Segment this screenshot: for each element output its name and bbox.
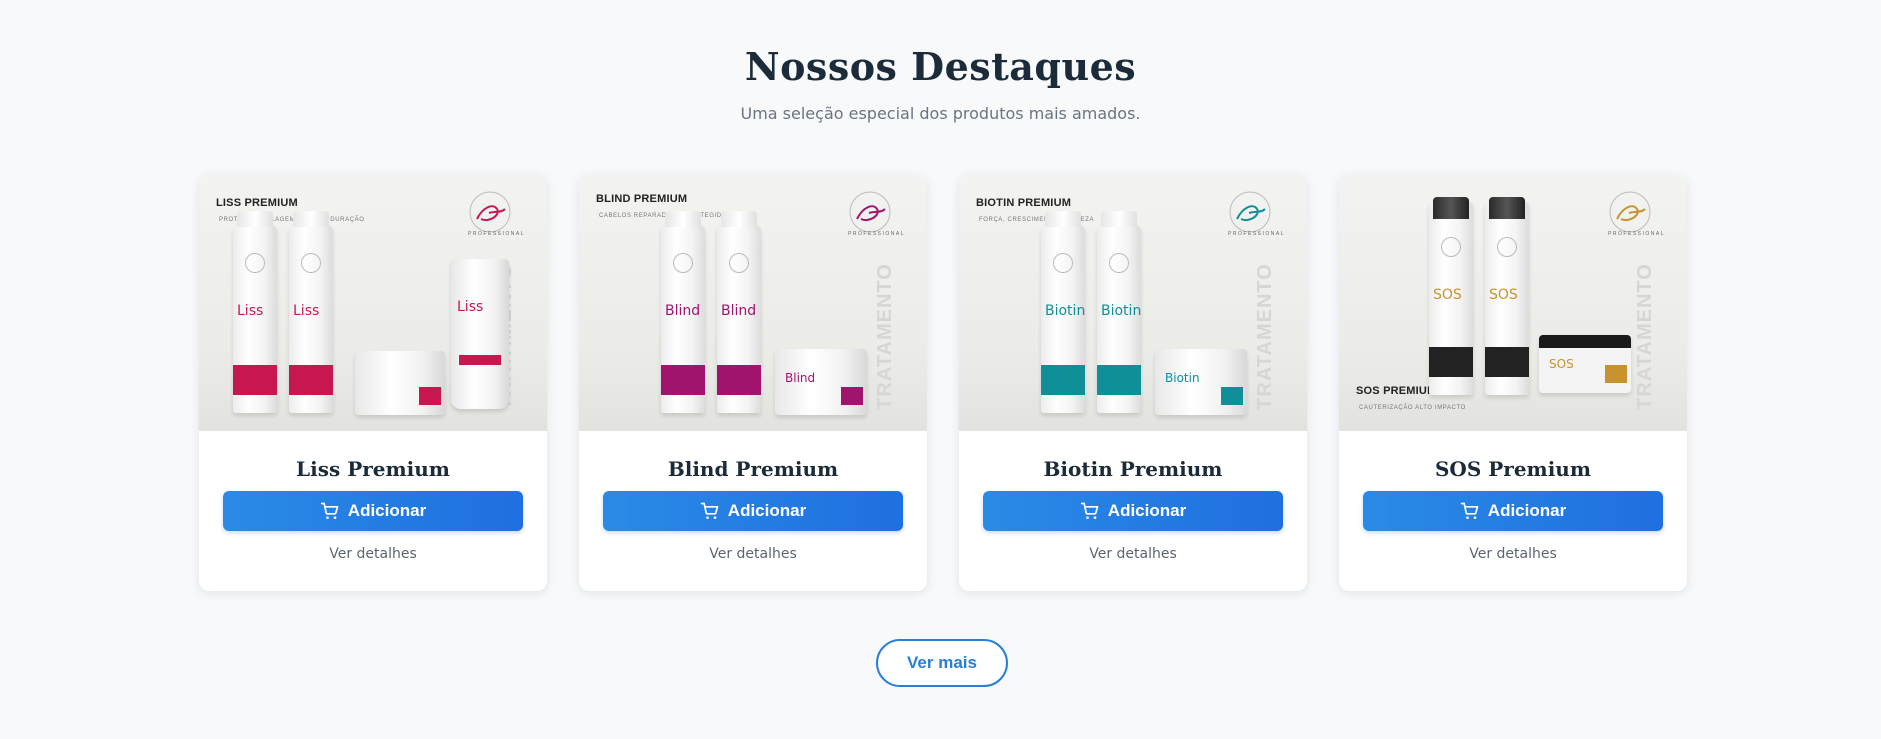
section-subtitle: Uma seleção especial dos produtos mais a… xyxy=(740,104,1141,123)
mask-jar: SOS xyxy=(1539,335,1631,393)
conditioner-bottle: Liss xyxy=(289,211,333,413)
product-card: LISS PREMIUM PROTEÇÃO, SELAGEM E LONGA D… xyxy=(199,175,547,591)
add-button-label: Adicionar xyxy=(727,501,807,520)
image-brand-text: LISS PREMIUM xyxy=(216,197,298,209)
brand-logo-icon xyxy=(1609,191,1651,233)
image-brand-text: BLIND PREMIUM xyxy=(596,193,688,205)
add-button-label: Adicionar xyxy=(347,501,427,520)
cart-icon xyxy=(320,502,339,519)
image-side-text: TRATAMENTO xyxy=(1634,263,1657,410)
product-name: Liss Premium xyxy=(296,457,450,481)
shampoo-bottle: Blind xyxy=(661,211,705,413)
add-to-cart-button[interactable]: Adicionar xyxy=(223,491,523,531)
view-details-link[interactable]: Ver detalhes xyxy=(959,546,1307,562)
logo-subtext: PROFESSIONAL xyxy=(1608,231,1665,237)
product-card: SOS PREMIUM CAUTERIZAÇÃO ALTO IMPACTO PR… xyxy=(1339,175,1687,591)
image-brand-text: SOS PREMIUM xyxy=(1356,385,1437,397)
cart-icon xyxy=(1080,502,1099,519)
conditioner-bottle: Biotin xyxy=(1097,211,1141,413)
logo-subtext: PROFESSIONAL xyxy=(468,231,525,237)
brand-logo-icon xyxy=(469,191,511,233)
view-details-link[interactable]: Ver detalhes xyxy=(199,546,547,562)
image-side-text: TRATAMENTO xyxy=(1254,263,1277,410)
product-image[interactable]: BLIND PREMIUM CABELOS REPARADOS E PROTEG… xyxy=(579,175,927,431)
product-name: Blind Premium xyxy=(667,457,839,481)
product-name: Biotin Premium xyxy=(1043,457,1223,481)
mask-jar: Biotin xyxy=(1155,349,1247,415)
view-details-link[interactable]: Ver detalhes xyxy=(579,546,927,562)
conditioner-bottle: SOS xyxy=(1485,197,1529,395)
section-title: Nossos Destaques xyxy=(744,44,1137,89)
shampoo-bottle: Liss xyxy=(233,211,277,413)
add-button-label: Adicionar xyxy=(1107,501,1187,520)
shampoo-bottle: SOS xyxy=(1429,197,1473,395)
brand-logo-icon xyxy=(849,191,891,233)
brand-logo-icon xyxy=(1229,191,1271,233)
conditioner-bottle: Blind xyxy=(717,211,761,413)
logo-subtext: PROFESSIONAL xyxy=(1228,231,1285,237)
mask-jar xyxy=(355,351,445,415)
add-to-cart-button[interactable]: Adicionar xyxy=(603,491,903,531)
logo-subtext: PROFESSIONAL xyxy=(848,231,905,237)
cart-icon xyxy=(1460,502,1479,519)
product-name: SOS Premium xyxy=(1434,457,1592,481)
add-button-label: Adicionar xyxy=(1487,501,1567,520)
shampoo-bottle: Biotin xyxy=(1041,211,1085,413)
product-image[interactable]: BIOTIN PREMIUM FORÇA, CRESCIMENTO E BELE… xyxy=(959,175,1307,431)
product-image[interactable]: LISS PREMIUM PROTEÇÃO, SELAGEM E LONGA D… xyxy=(199,175,547,431)
image-tagline: CAUTERIZAÇÃO ALTO IMPACTO xyxy=(1359,405,1466,411)
view-more-button[interactable]: Ver mais xyxy=(876,639,1008,687)
add-to-cart-button[interactable]: Adicionar xyxy=(1363,491,1663,531)
leave-in-tube: Liss xyxy=(451,259,509,409)
image-brand-text: BIOTIN PREMIUM xyxy=(976,197,1072,209)
product-card: BLIND PREMIUM CABELOS REPARADOS E PROTEG… xyxy=(579,175,927,591)
mask-jar: Blind xyxy=(775,349,867,415)
product-image[interactable]: SOS PREMIUM CAUTERIZAÇÃO ALTO IMPACTO PR… xyxy=(1339,175,1687,431)
add-to-cart-button[interactable]: Adicionar xyxy=(983,491,1283,531)
product-grid: LISS PREMIUM PROTEÇÃO, SELAGEM E LONGA D… xyxy=(199,175,1687,591)
view-details-link[interactable]: Ver detalhes xyxy=(1339,546,1687,562)
image-side-text: TRATAMENTO xyxy=(874,263,897,410)
product-card: BIOTIN PREMIUM FORÇA, CRESCIMENTO E BELE… xyxy=(959,175,1307,591)
cart-icon xyxy=(700,502,719,519)
